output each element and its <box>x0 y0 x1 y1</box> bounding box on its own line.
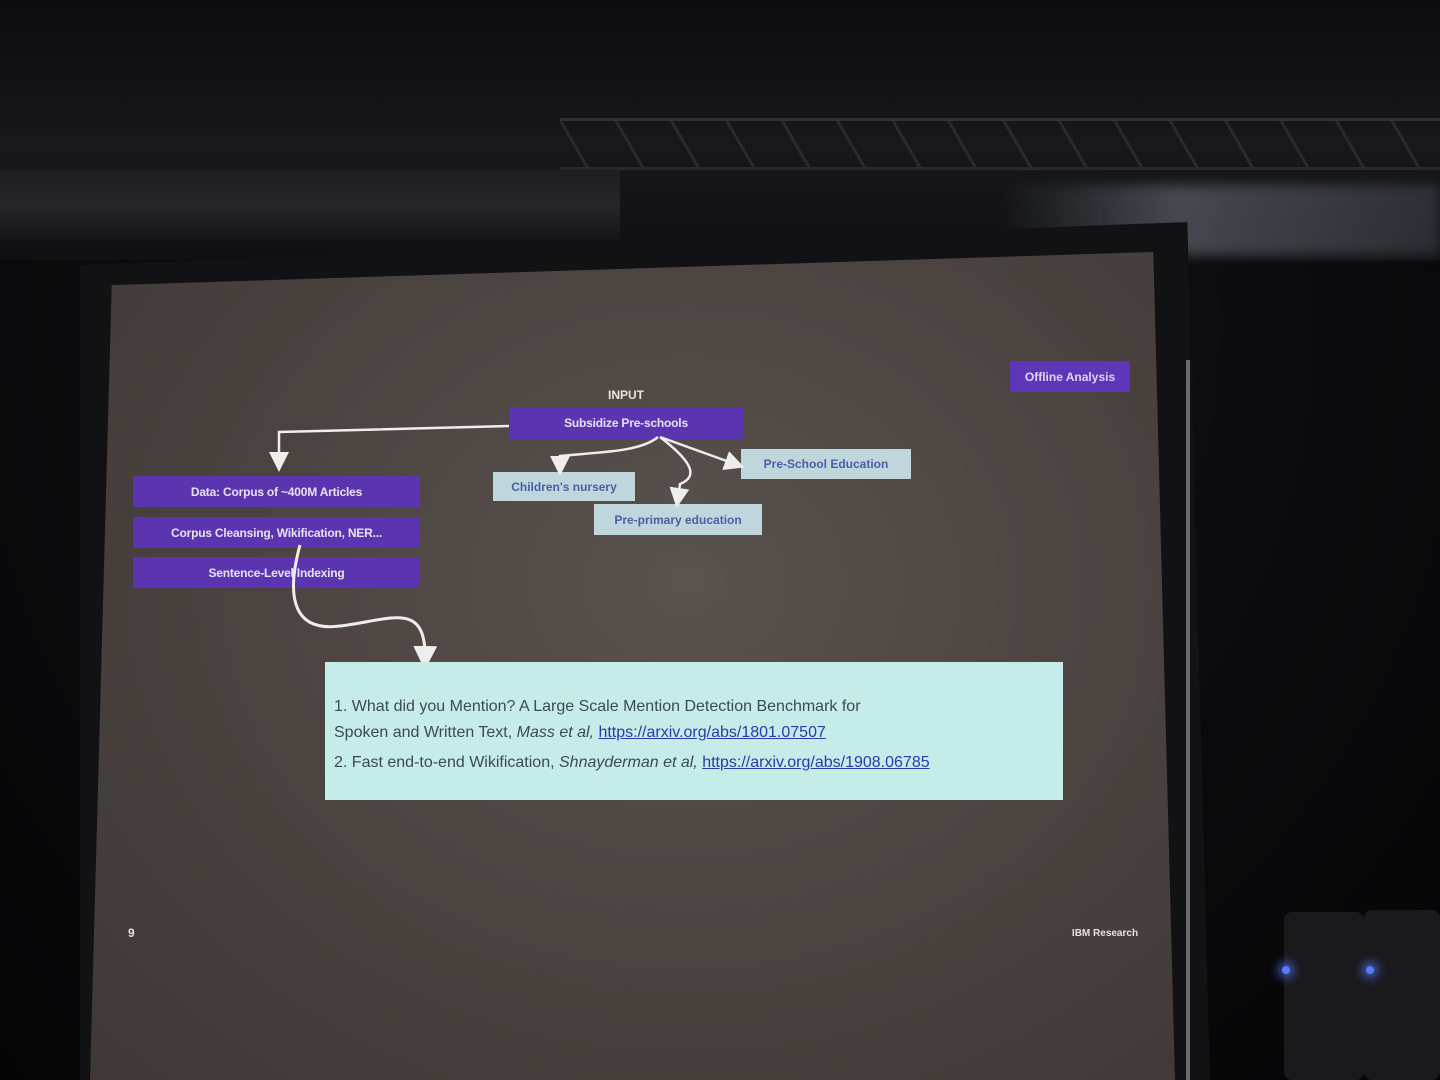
speaker-right <box>1364 910 1440 1080</box>
ref1-authors: Mass et al, <box>516 724 594 741</box>
arrow-to-nursery <box>550 436 659 476</box>
ref1-title-cont: Spoken and Written Text, <box>334 724 513 741</box>
diagram-arrows <box>269 424 745 670</box>
reference-2: 2. Fast end-to-end Wikification, Shnayde… <box>334 750 1055 776</box>
arrow-to-pre-school <box>659 435 745 471</box>
ref2-link[interactable]: https://arxiv.org/abs/1908.06785 <box>702 754 929 771</box>
arrow-input-to-pipeline <box>269 424 510 472</box>
ref1-link[interactable]: https://arxiv.org/abs/1801.07507 <box>598 724 825 741</box>
arrow-pipeline-to-refs <box>292 544 438 670</box>
ref1-title: 1. What did you Mention? A Large Scale M… <box>334 698 861 715</box>
reference-1: 1. What did you Mention? A Large Scale M… <box>334 694 1055 746</box>
ref2-title: 2. Fast end-to-end Wikification, <box>334 754 555 771</box>
footer-brand: IBM Research <box>1071 928 1139 939</box>
ref2-authors: Shnayderman et al, <box>559 754 698 771</box>
slide-page-number: 9 <box>128 926 135 940</box>
photo-scene: Offline Analysis INPUT Subsidize Pre-sch… <box>0 0 1440 1080</box>
speaker-led-right <box>1366 966 1374 974</box>
speaker-led-left <box>1282 966 1290 974</box>
references-box: 1. What did you Mention? A Large Scale M… <box>325 662 1063 800</box>
speaker-left <box>1284 912 1364 1080</box>
